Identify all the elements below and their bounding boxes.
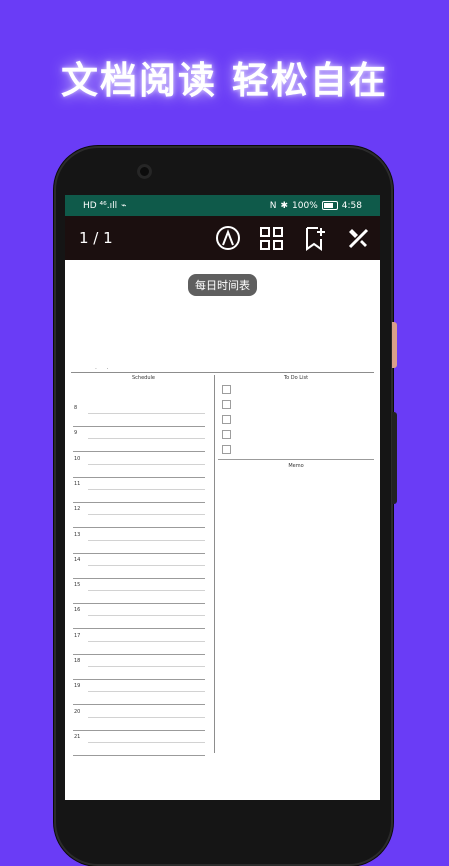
schedule-hour-line (73, 603, 205, 605)
page-divider (71, 372, 374, 373)
schedule-hour-line (73, 451, 205, 453)
schedule-row: 9 (73, 428, 205, 453)
phone-screen: HD ⁴⁶.ıll ⌁ N ✱ 100% 4:58 1 / 1 每日时间表 . … (65, 195, 380, 800)
schedule-half-line (88, 741, 205, 743)
schedule-hour-line (73, 628, 205, 630)
hour-label: 14 (74, 556, 81, 563)
hour-label: 18 (74, 658, 81, 664)
schedule-half-line (88, 590, 205, 592)
schedule-half-line (88, 514, 205, 516)
schedule-half-line (88, 640, 205, 642)
battery-icon (321, 201, 338, 210)
schedule-half-line (88, 716, 205, 718)
hour-label: 12 (74, 506, 81, 513)
hour-label: 8 (74, 405, 78, 411)
schedule-half-line (88, 488, 205, 490)
schedule-row: 16 (73, 605, 205, 630)
schedule-row: 15 (73, 580, 205, 605)
hour-label: 17 (74, 632, 81, 639)
schedule-half-line (88, 413, 205, 414)
bluetooth-icon: ✱ (280, 200, 289, 211)
schedule-hour-line (73, 501, 205, 503)
status-bar: HD ⁴⁶.ıll ⌁ N ✱ 100% 4:58 (65, 195, 380, 216)
schedule-hour-line (73, 679, 205, 680)
schedule-half-line (88, 438, 205, 440)
memo-divider (218, 459, 374, 460)
todo-checkbox[interactable] (222, 430, 231, 439)
schedule-hour-line (73, 527, 205, 529)
schedule-hour-line (73, 704, 205, 706)
hour-label: 19 (74, 683, 81, 690)
hour-label: 15 (74, 582, 81, 589)
schedule-half-line (88, 666, 205, 667)
schedule-row: 8 (73, 403, 205, 428)
hour-label: 21 (74, 733, 81, 740)
schedule-hour-line (73, 426, 205, 427)
phone-side-button (392, 322, 397, 368)
schedule-hour-line (73, 577, 205, 579)
wifi-icon: ⌁ (121, 200, 127, 211)
hour-label: 9 (74, 430, 78, 437)
schedule-row: 14 (73, 555, 205, 580)
schedule-half-line (88, 539, 205, 541)
clock: 4:58 (341, 200, 362, 211)
schedule-row: 10 (73, 454, 205, 479)
todo-label: To Do List (283, 375, 309, 381)
schedule-row: 12 (73, 504, 205, 529)
schedule-hour-line (73, 729, 205, 731)
todo-checkbox[interactable] (222, 385, 231, 394)
network-status: HD ⁴⁶.ıll (83, 200, 118, 211)
todo-checkbox[interactable] (222, 445, 231, 454)
status-right: N ✱ 100% 4:58 (270, 201, 362, 211)
nfc-icon: N (269, 200, 277, 211)
hour-label: 10 (74, 455, 81, 462)
grid-icon[interactable] (249, 216, 293, 260)
schedule-row: 13 (73, 530, 205, 555)
schedule-hour-line (73, 476, 205, 478)
schedule-half-line (88, 463, 205, 465)
schedule-hour-line (73, 754, 205, 756)
schedule-hour-line (73, 552, 205, 554)
status-left: HD ⁴⁶.ıll ⌁ (83, 201, 127, 211)
hour-label: 16 (74, 607, 81, 614)
bookmark-plus-icon[interactable] (293, 216, 337, 260)
schedule-half-line (88, 615, 205, 617)
memo-label: Memo (288, 463, 304, 469)
camera-icon (137, 164, 152, 179)
schedule-hour-line (73, 653, 205, 655)
battery-percent: 100% (292, 200, 318, 211)
schedule-half-line (88, 564, 205, 566)
schedule-label: Schedule (132, 375, 155, 381)
schedule-row: 11 (73, 479, 205, 504)
hour-label: 11 (74, 480, 81, 487)
reader-toolbar: 1 / 1 (65, 216, 380, 260)
phone-power-button (392, 412, 397, 504)
schedule-row: 21 (73, 732, 205, 757)
schedule-row: 18 (73, 656, 205, 681)
page-counter: 1 / 1 (79, 229, 113, 247)
hour-label: 20 (74, 708, 81, 715)
headline: 文档阅读 轻松自在 (61, 59, 388, 102)
todo-checkbox[interactable] (222, 400, 231, 409)
hour-label: 13 (74, 531, 81, 538)
small-dots: . . (95, 364, 109, 371)
schedule-row: 17 (73, 631, 205, 656)
schedule-half-line (88, 691, 205, 693)
schedule-row: 20 (73, 707, 205, 732)
schedule-row: 19 (73, 681, 205, 706)
tools-icon[interactable] (336, 216, 380, 260)
pen-icon[interactable] (206, 216, 250, 260)
document-title-badge: 每日时间表 (188, 274, 257, 296)
column-divider (214, 375, 215, 753)
todo-checkbox[interactable] (222, 415, 231, 424)
document-page[interactable]: 每日时间表 . . Schedule To Do List 8 9 10 11 12 13… (65, 260, 380, 800)
